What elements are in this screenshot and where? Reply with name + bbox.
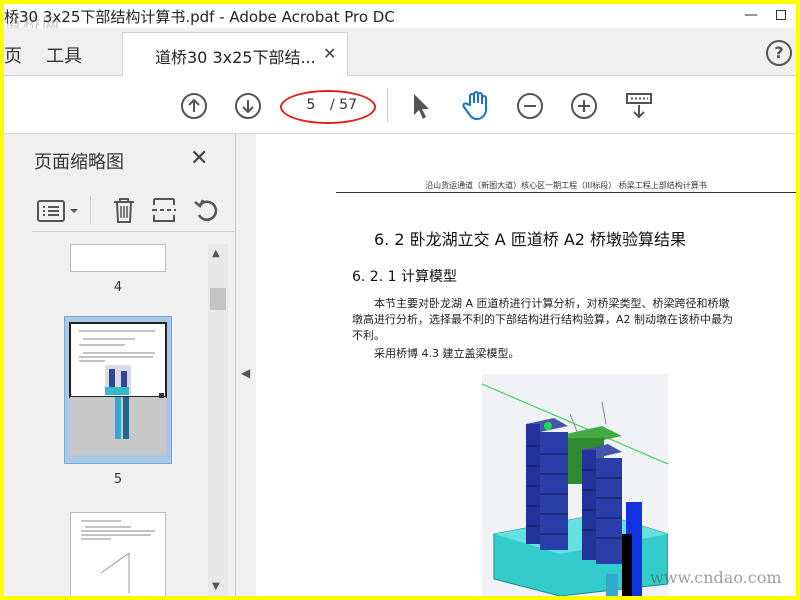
window-controls: —	[736, 4, 796, 28]
zoom-in-icon	[571, 93, 597, 119]
minimize-button[interactable]: —	[744, 7, 758, 23]
options-menu-icon	[37, 200, 78, 222]
zoom-in-button[interactable]	[570, 92, 598, 120]
select-tool-button[interactable]	[410, 91, 432, 121]
arrow-up-circle-icon	[181, 93, 207, 119]
tab-close-button[interactable]: ✕	[323, 44, 336, 63]
keyboard-tools-button[interactable]	[624, 91, 654, 121]
tab-document[interactable]: 道桥30 3x25下部结... ✕	[122, 32, 348, 77]
arrow-down-circle-icon	[235, 93, 261, 119]
zoom-out-icon	[517, 93, 543, 119]
page-split-icon	[152, 198, 176, 222]
thumbnail-options-button[interactable]	[36, 198, 82, 228]
toolbar: 5 / 57	[4, 76, 796, 134]
rotate-page-button[interactable]	[192, 195, 222, 229]
pier-model-figure	[481, 374, 669, 596]
collapse-pane-arrow-icon[interactable]: ◀	[241, 366, 250, 380]
paragraph-line: 墩高进行分析，选择最不利的下部结构进行结构验算，A2 制动墩在该桥中最为	[352, 313, 734, 326]
hand-tool-button[interactable]	[460, 89, 492, 121]
thumbnail-pane-title: 页面缩略图	[34, 152, 124, 173]
document-heading-2: 6. 2. 1 计算模型	[352, 269, 457, 285]
scroll-up-arrow-icon[interactable]: ▲	[212, 248, 220, 259]
document-paragraph-1: 本节主要对卧龙湖 A 匝道桥进行计算分析，对桥梁类型、桥梁跨径和桥墩 墩高进行分…	[352, 296, 782, 344]
help-button[interactable]: ?	[766, 40, 792, 66]
paragraph-line: 本节主要对卧龙湖 A 匝道桥进行计算分析，对桥梁类型、桥梁跨径和桥墩	[374, 297, 730, 310]
thumbnail-page-4[interactable]	[70, 244, 166, 272]
keyboard-tools-icon	[626, 93, 652, 119]
tab-document-label: 道桥30 3x25下部结...	[155, 48, 316, 67]
trash-icon	[114, 198, 134, 223]
watermark-bottom: www.cndao.com	[650, 568, 782, 587]
document-header: 沿山货运通道（新图大道）核心区一期工程（III标段） 桥梁工程上部结构计算书	[425, 181, 707, 190]
document-heading-1: 6. 2 卧龙湖立交 A 匝道桥 A2 桥墩验算结果	[374, 230, 687, 249]
thumbnail-toolbar-divider	[90, 196, 91, 224]
pier-model-image	[481, 383, 669, 596]
thumbnail-page-number: 5	[113, 472, 123, 487]
thumbnail-page-5-preview	[69, 322, 167, 455]
paragraph-line: 不利。	[352, 329, 385, 342]
document-paragraph-2: 采用桥博 4.3 建立盖梁模型。	[374, 347, 520, 360]
zoom-out-button[interactable]	[516, 92, 544, 120]
toolbar-divider	[387, 88, 388, 122]
tab-home[interactable]: 页	[4, 42, 22, 68]
header-rule	[336, 192, 796, 193]
tab-bar: 页 工具 道桥30 3x25下部结... ✕ ?	[4, 28, 796, 77]
title-bar: 桥30 3x25下部结构计算书.pdf - Adobe Acrobat Pro …	[4, 4, 796, 35]
document-view: 沿山货运通道（新图大道）核心区一期工程（III标段） 桥梁工程上部结构计算书 6…	[256, 134, 796, 596]
scroll-down-arrow-icon[interactable]: ▼	[212, 581, 220, 592]
maximize-button[interactable]	[776, 10, 786, 20]
hand-tool-icon	[462, 91, 487, 121]
app-window: 桥30 3x25下部结构计算书.pdf - Adobe Acrobat Pro …	[4, 4, 796, 596]
thumbnail-page-6[interactable]	[70, 512, 166, 596]
delete-page-button[interactable]	[110, 195, 138, 229]
highlight-annotation	[280, 90, 376, 124]
rotate-icon	[194, 199, 218, 221]
scrollbar-thumb[interactable]	[210, 288, 226, 310]
thumbnail-page-5[interactable]	[64, 316, 172, 464]
tab-tools[interactable]: 工具	[46, 42, 82, 68]
thumbnail-page-6-preview	[81, 520, 155, 593]
thumbnail-list: 4 5	[32, 244, 208, 596]
select-pointer-icon	[414, 94, 429, 119]
window-title: 桥30 3x25下部结构计算书.pdf - Adobe Acrobat Pro …	[4, 8, 395, 26]
previous-page-button[interactable]	[180, 92, 208, 120]
thumbnail-pane-close-button[interactable]: ✕	[190, 146, 208, 171]
thumbnail-toolbar	[32, 190, 236, 232]
extract-page-button[interactable]	[150, 195, 178, 229]
thumbnail-scrollbar[interactable]: ▲ ▼	[208, 244, 228, 596]
thumbnail-pane: 页面缩略图 ✕ 4 5 ▲ ▼	[4, 134, 236, 596]
next-page-button[interactable]	[234, 92, 262, 120]
thumbnail-page-number: 4	[113, 280, 123, 295]
